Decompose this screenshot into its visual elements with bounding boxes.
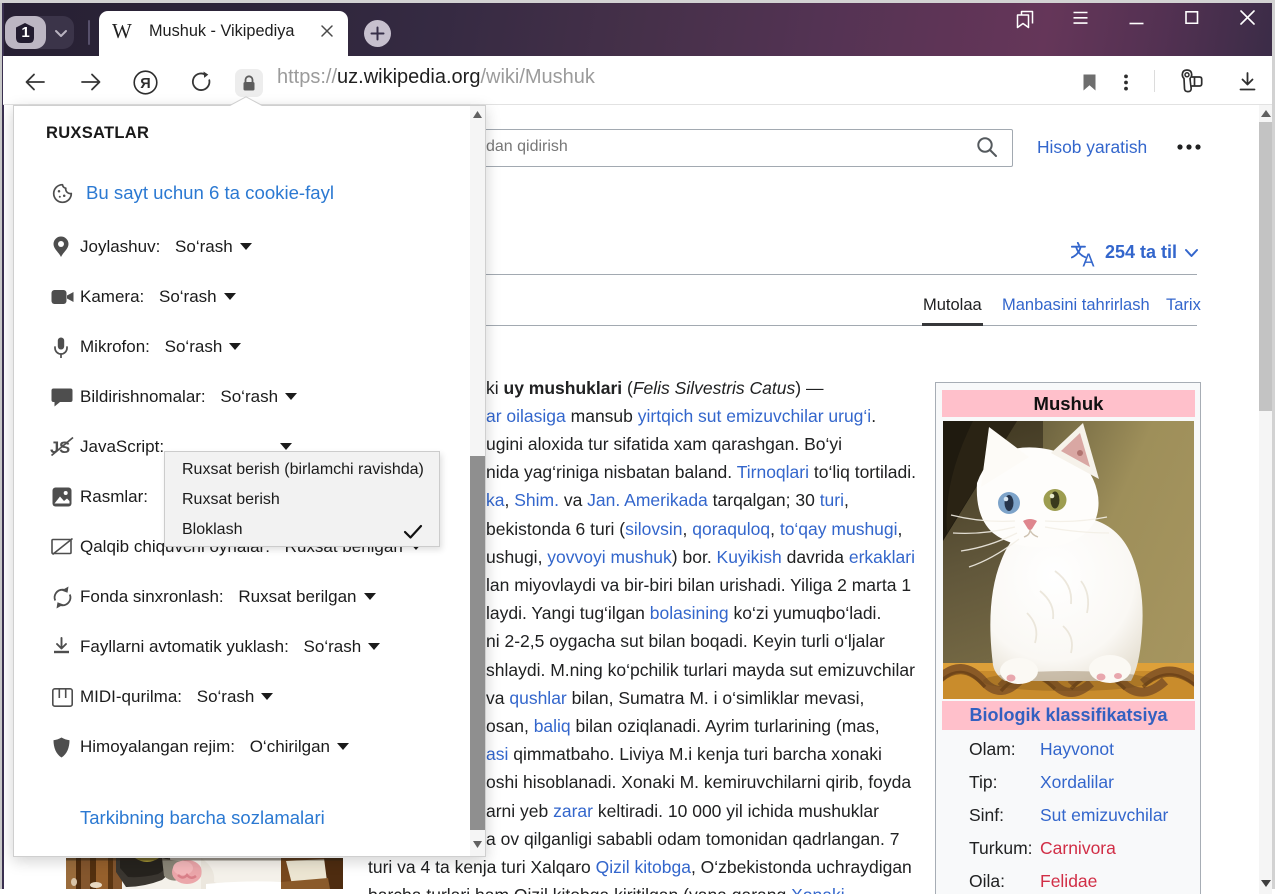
svg-text:Я: Я [140,76,150,92]
svg-text:A: A [1083,251,1095,269]
